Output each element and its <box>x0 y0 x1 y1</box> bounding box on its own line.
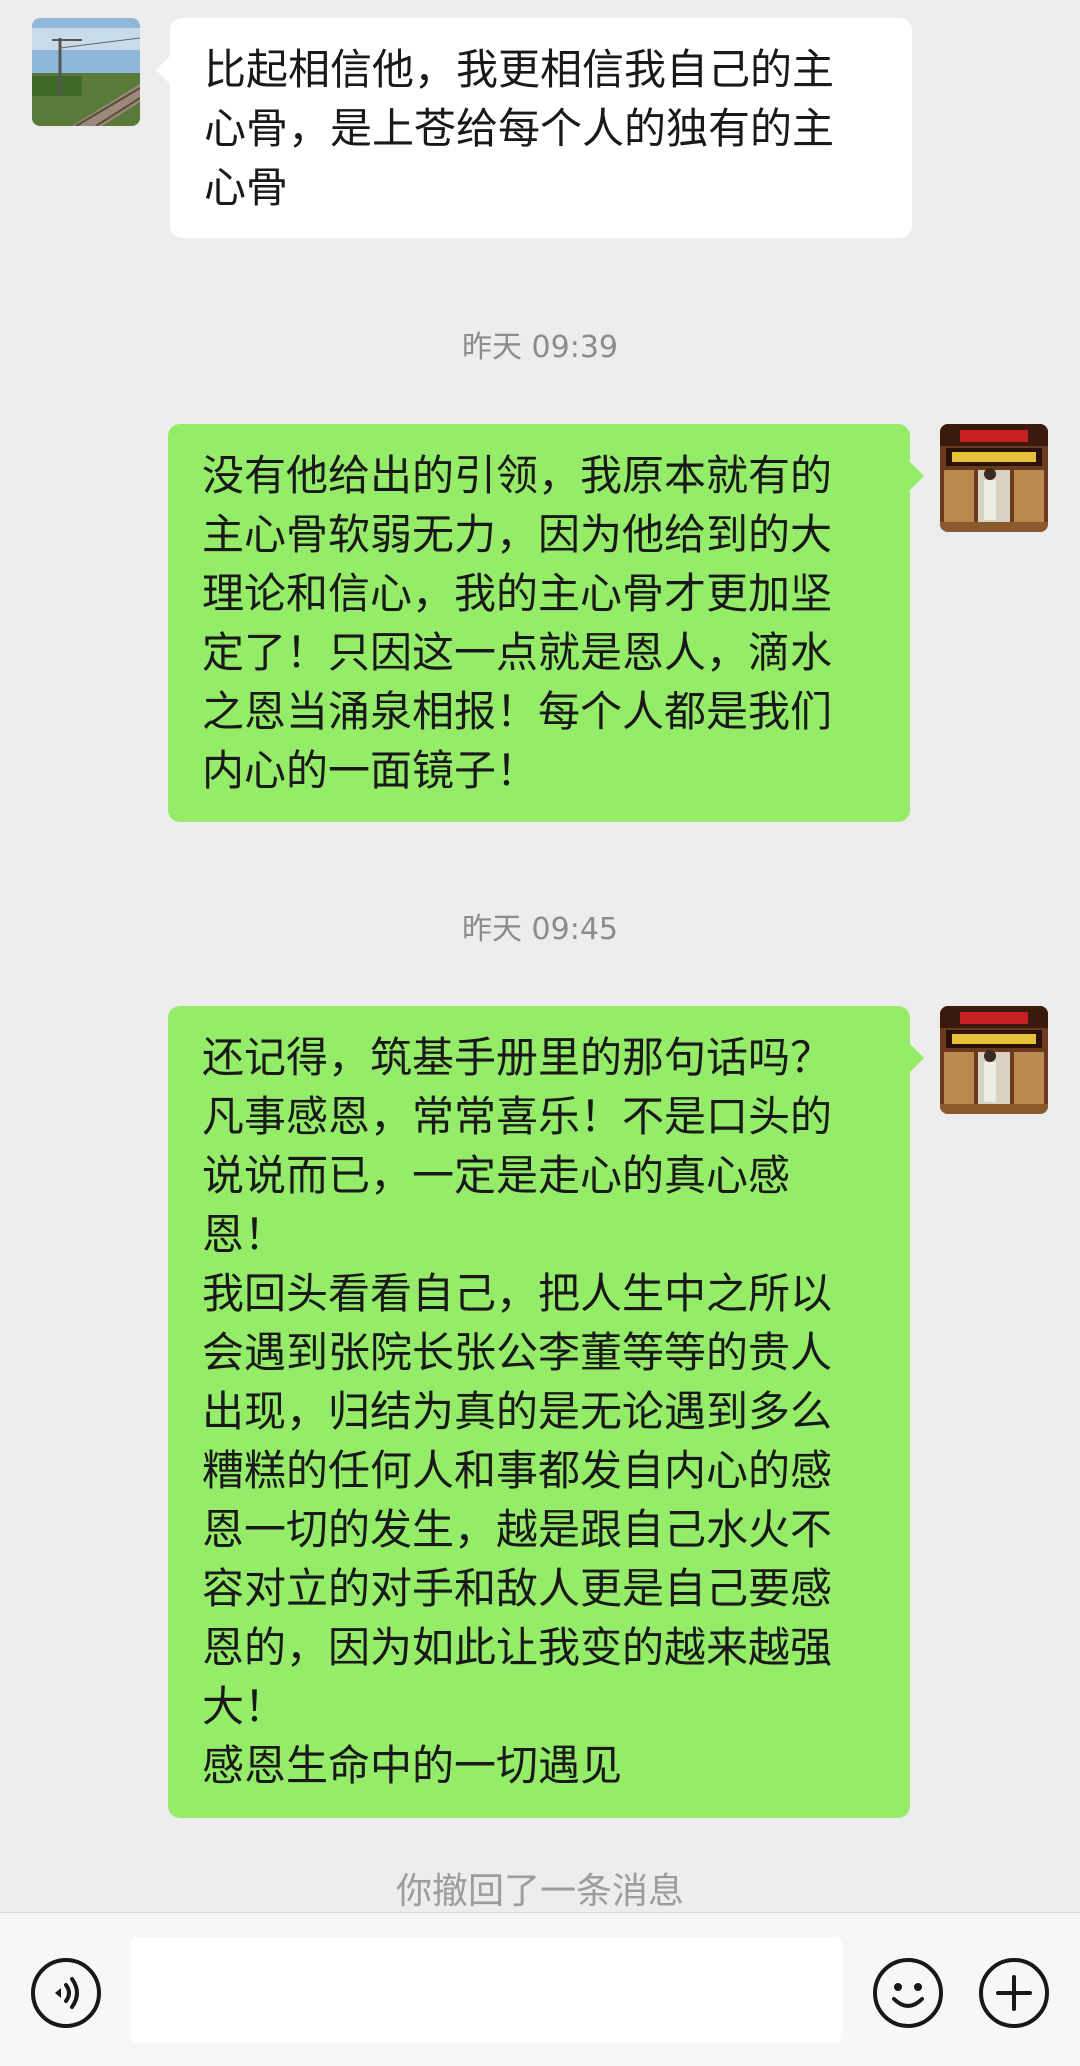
message-bubble-sent[interactable]: 没有他给出的引领，我原本就有的 主心骨软弱无力，因为他给到的大 理论和信心，我的… <box>168 424 924 822</box>
contact-avatar[interactable] <box>32 18 140 126</box>
more-button[interactable] <box>978 1957 1050 2029</box>
message-bubble-received[interactable]: 比起相信他，我更相信我自己的主 心骨，是上苍给每个人的独有的主 心骨 <box>156 18 912 238</box>
chat-area[interactable]: 比起相信他，我更相信我自己的主 心骨，是上苍给每个人的独有的主 心骨 昨天 09… <box>0 0 1080 1912</box>
input-bar <box>0 1912 1080 2066</box>
lecture-hall-photo-icon <box>940 424 1048 532</box>
voice-button[interactable] <box>30 1957 102 2029</box>
message-bubble-sent[interactable]: 还记得，筑基手册里的那句话吗？ 凡事感恩，常常喜乐！不是口头的 说说而已，一定是… <box>168 1006 924 1818</box>
emoji-button[interactable] <box>872 1957 944 2029</box>
lecture-hall-photo-icon <box>940 1006 1048 1114</box>
timestamp: 昨天 09:39 <box>462 330 618 365</box>
timestamp: 昨天 09:45 <box>462 912 618 947</box>
self-avatar[interactable] <box>940 424 1048 532</box>
railway-landscape-icon <box>32 18 140 126</box>
recall-notice: 你撤回了一条消息 <box>395 1871 684 1912</box>
message-input[interactable] <box>130 1937 842 2043</box>
emoji-icon <box>873 1958 943 2028</box>
plus-icon <box>979 1958 1049 2028</box>
self-avatar[interactable] <box>940 1006 1048 1114</box>
voice-icon <box>31 1958 101 2028</box>
